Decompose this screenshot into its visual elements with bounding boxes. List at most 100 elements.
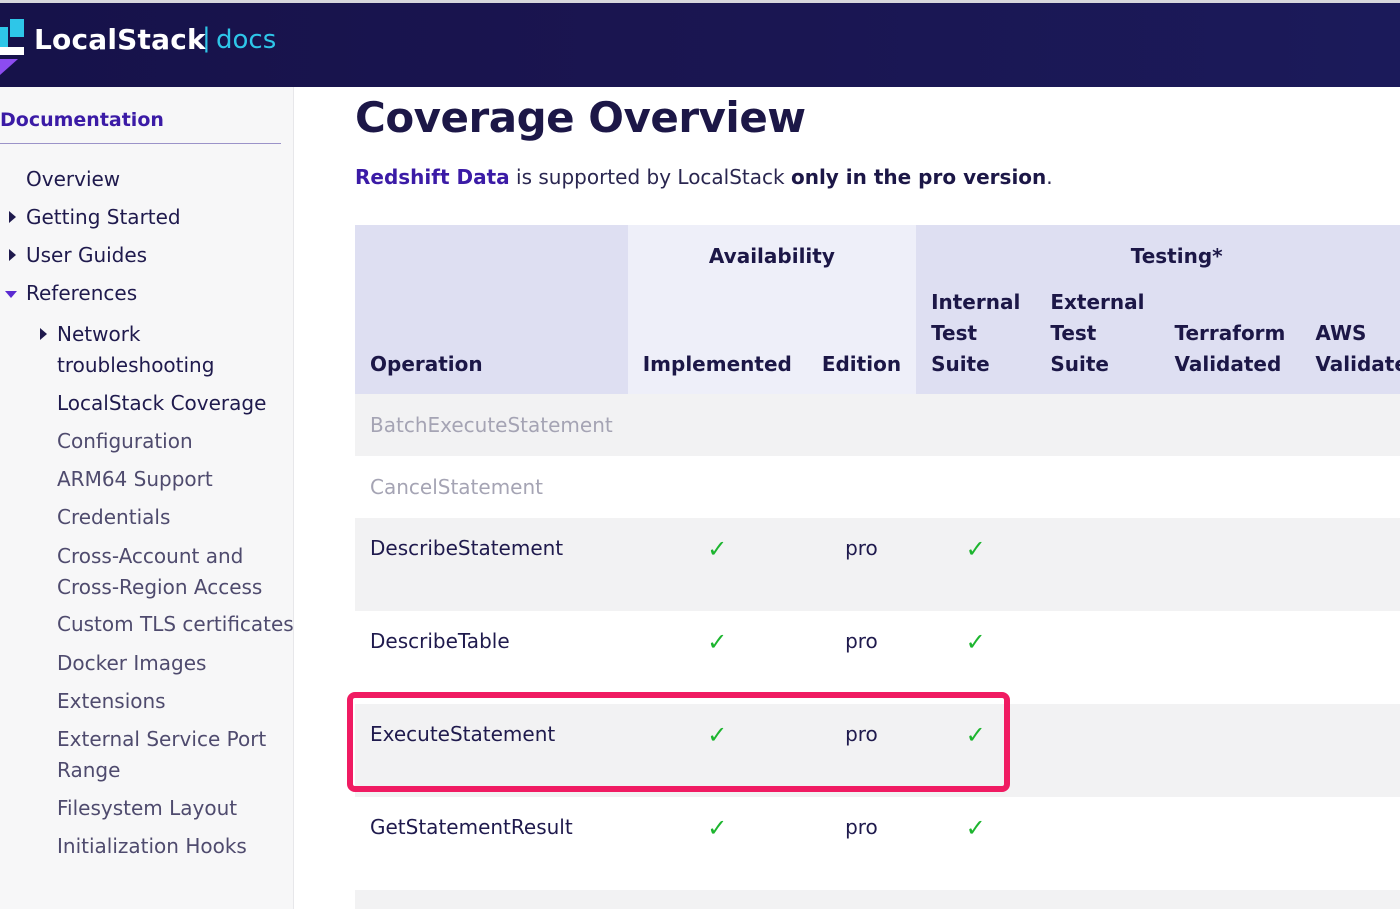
edition-cell: pro <box>806 797 917 890</box>
sidebar-item-cross-account[interactable]: Cross-Account and Cross-Region Access <box>57 541 262 603</box>
sidebar-item-custom-tls[interactable]: Custom TLS certificates <box>57 609 294 640</box>
sidebar-item-initialization-hooks[interactable]: Initialization Hooks <box>57 831 247 862</box>
docs-sidebar: Documentation Overview Getting Started U… <box>0 87 294 909</box>
operation-cell: GetStatementResult <box>355 797 628 890</box>
column-label: Test Suite <box>1050 321 1109 376</box>
table-row-highlighted: ExecuteStatement ✓ pro ✓ <box>355 704 1400 797</box>
header-group-spacer <box>355 225 628 287</box>
check-icon: ✓ <box>707 814 728 842</box>
caret-right-icon[interactable] <box>9 249 16 261</box>
sidebar-item-getting-started[interactable]: Getting Started <box>26 202 181 233</box>
implemented-cell: ✓ <box>627 797 807 890</box>
caret-right-icon[interactable] <box>40 328 47 340</box>
terraform-cell <box>1159 394 1301 456</box>
table-row: CancelStatement <box>355 456 1400 518</box>
sidebar-item-overview[interactable]: Overview <box>26 164 120 195</box>
internal-cell <box>916 890 1036 909</box>
sidebar-item-label: Range <box>57 758 121 782</box>
table-row: BatchExecuteStatement <box>355 394 1400 456</box>
check-icon: ✓ <box>965 721 986 749</box>
column-edition: Edition <box>806 287 917 394</box>
column-operation: Operation <box>355 287 628 394</box>
aws-cell <box>1300 797 1400 890</box>
edition-cell: pro <box>806 518 917 611</box>
aws-cell <box>1300 456 1400 518</box>
column-label: Suite <box>931 352 990 376</box>
aws-cell <box>1300 611 1400 704</box>
external-cell <box>1035 797 1160 890</box>
check-icon: ✓ <box>965 628 986 656</box>
edition-cell <box>806 890 917 909</box>
intro-text: is supported by LocalStack <box>509 165 791 189</box>
terraform-cell <box>1159 890 1301 909</box>
sidebar-item-docker-images[interactable]: Docker Images <box>57 648 206 679</box>
external-cell <box>1035 518 1160 611</box>
check-icon: ✓ <box>965 535 986 563</box>
sidebar-item-filesystem-layout[interactable]: Filesystem Layout <box>57 793 237 824</box>
column-label: Internal <box>931 290 1021 314</box>
column-internal-test-suite: Internal Test Suite <box>916 287 1036 394</box>
sidebar-divider <box>0 143 281 144</box>
aws-cell <box>1300 890 1400 909</box>
terraform-cell <box>1159 456 1301 518</box>
implemented-cell: ✓ <box>627 611 807 704</box>
site-header: LocalStack | docs <box>0 3 1400 87</box>
aws-cell <box>1300 704 1400 797</box>
caret-down-icon[interactable] <box>5 291 17 298</box>
sidebar-item-localstack-coverage[interactable]: LocalStack Coverage <box>57 388 266 419</box>
check-icon: ✓ <box>707 535 728 563</box>
operation-cell: CancelStatement <box>355 456 628 518</box>
column-label: Terraform <box>1174 321 1286 345</box>
sidebar-item-label: Cross-Account and <box>57 544 244 568</box>
localstack-logo-icon[interactable] <box>0 19 30 75</box>
header-testing[interactable]: Testing* <box>916 225 1400 287</box>
sidebar-item-network-troubleshooting[interactable]: Network troubleshooting <box>57 319 214 381</box>
table-row: DescribeStatement ✓ pro ✓ <box>355 518 1400 611</box>
internal-cell: ✓ <box>916 611 1036 704</box>
internal-cell: ✓ <box>916 704 1036 797</box>
caret-right-icon[interactable] <box>9 211 16 223</box>
sidebar-item-credentials[interactable]: Credentials <box>57 502 170 533</box>
internal-cell <box>916 456 1036 518</box>
terraform-cell <box>1159 704 1301 797</box>
column-terraform-validated: Terraform Validated <box>1159 287 1301 394</box>
column-label: Validated <box>1315 352 1400 376</box>
operation-cell: BatchExecuteStatement <box>355 394 628 456</box>
operation-cell <box>355 890 628 909</box>
column-label: External <box>1050 290 1145 314</box>
table-row: DescribeTable ✓ pro ✓ <box>355 611 1400 704</box>
terraform-cell <box>1159 797 1301 890</box>
coverage-table: Availability Testing* Operation Implemen… <box>355 225 1400 909</box>
sidebar-item-arm64-support[interactable]: ARM64 Support <box>57 464 213 495</box>
brand-section[interactable]: docs <box>216 25 276 55</box>
internal-cell: ✓ <box>916 518 1036 611</box>
sidebar-item-extensions[interactable]: Extensions <box>57 686 166 717</box>
brand-name[interactable]: LocalStack <box>34 23 206 56</box>
sidebar-item-user-guides[interactable]: User Guides <box>26 240 147 271</box>
coverage-intro: Redshift Data is supported by LocalStack… <box>355 165 1053 189</box>
external-cell <box>1035 394 1160 456</box>
terraform-cell <box>1159 518 1301 611</box>
service-link[interactable]: Redshift Data <box>355 165 510 189</box>
check-icon: ✓ <box>965 814 986 842</box>
sidebar-item-references[interactable]: References <box>26 278 137 309</box>
column-label: Test <box>931 321 978 345</box>
edition-cell <box>806 394 917 456</box>
column-implemented: Implemented <box>627 287 807 394</box>
internal-cell <box>916 394 1036 456</box>
operation-cell: ExecuteStatement <box>355 704 628 797</box>
aws-cell <box>1300 518 1400 611</box>
column-label: AWS <box>1315 321 1367 345</box>
intro-end: . <box>1046 165 1053 189</box>
check-icon: ✓ <box>707 721 728 749</box>
sidebar-item-label: troubleshooting <box>57 353 215 377</box>
sidebar-item-label: Network <box>57 322 141 346</box>
sidebar-item-external-service-port-range[interactable]: External Service Port Range <box>57 724 266 786</box>
sidebar-item-configuration[interactable]: Configuration <box>57 426 193 457</box>
edition-cell <box>806 456 917 518</box>
intro-emphasis: only in the pro version <box>790 165 1047 189</box>
external-cell <box>1035 890 1160 909</box>
sidebar-title[interactable]: Documentation <box>0 109 164 131</box>
header-availability: Availability <box>627 225 917 287</box>
column-label: Validated <box>1174 352 1282 376</box>
